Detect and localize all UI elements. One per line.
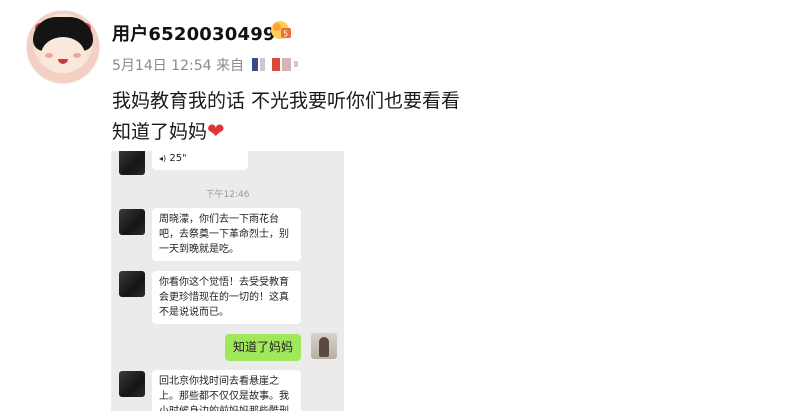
chat-screenshot-image[interactable]: ◂) 25" 下午12:46 周晓濛，你们去一下雨花台吧，去祭奠一下革命烈士，别…: [111, 151, 344, 411]
contact-avatar: [119, 371, 145, 397]
voice-duration: 25": [169, 153, 187, 164]
chat-timestamp: 下午12:46: [205, 190, 250, 200]
voice-message-bubble: ◂) 25": [152, 151, 248, 170]
chat-message-1: 周晓濛，你们去一下雨花台吧，去祭奠一下革命烈士，别一天到晚就是吃。: [152, 208, 301, 261]
self-avatar: [311, 333, 337, 359]
post-text-line2: 知道了妈妈❤: [112, 116, 460, 147]
contact-avatar: [119, 209, 145, 235]
fan-badge-icon: 5: [268, 18, 294, 42]
source-prefix: 来自: [215, 58, 244, 74]
post-text-line2-label: 知道了妈妈: [112, 121, 208, 143]
reply-bubble: 知道了妈妈: [224, 334, 301, 361]
post-text-line1: 我妈教育我的话 不光我要听你们也要看看: [112, 90, 461, 112]
contact-avatar: [119, 151, 145, 175]
username[interactable]: 用户6520030499: [112, 20, 276, 46]
voice-icon: ◂): [159, 154, 167, 163]
contact-avatar: [119, 271, 145, 297]
post-date[interactable]: 5月14日 12:54: [112, 58, 212, 74]
svg-text:5: 5: [283, 30, 288, 39]
chat-message-3: 回北京你找时间去看悬崖之上。那些都不仅仅是故事。我小时候身边的前妈妈那些酷刑: [152, 370, 301, 411]
chat-message-2: 你看你这个觉悟！去受受教育会更珍惜现在的一切的！这真不是说说而已。: [152, 271, 301, 324]
post-text: 我妈教育我的话 不光我要听你们也要看看 知道了妈妈❤: [112, 86, 460, 147]
avatar[interactable]: [26, 10, 100, 84]
heart-icon: ❤: [207, 119, 225, 143]
post-meta: 5月14日 12:54 来自: [112, 55, 244, 75]
